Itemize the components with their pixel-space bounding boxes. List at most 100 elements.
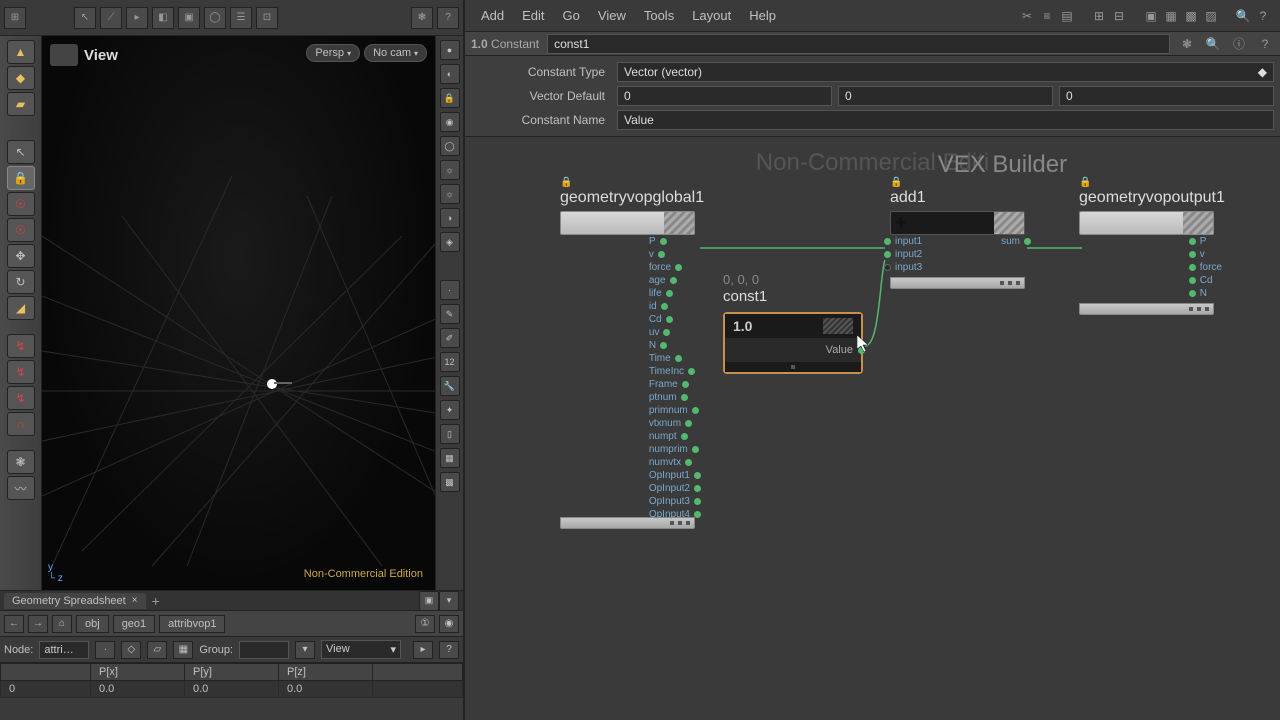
col-px[interactable]: P[x]: [91, 664, 185, 681]
pin-icon[interactable]: 🔒: [890, 177, 900, 187]
help2-icon[interactable]: ?: [1254, 7, 1272, 25]
tool3-icon[interactable]: ▤: [1058, 7, 1076, 25]
pin-icon[interactable]: 🔒: [1079, 177, 1089, 187]
render-view-icon[interactable]: ⊡: [256, 7, 278, 29]
io-ptnum[interactable]: ptnum: [649, 391, 703, 403]
ss-opt2-icon[interactable]: ▾: [439, 591, 459, 611]
disp-points-icon[interactable]: ●: [440, 40, 460, 60]
disp-cam-icon[interactable]: ·: [440, 280, 460, 300]
info-icon[interactable]: ⓘ: [1230, 35, 1248, 53]
menu-go[interactable]: Go: [555, 4, 588, 27]
handle2-icon[interactable]: ↯: [7, 360, 35, 384]
menu-add[interactable]: Add: [473, 4, 512, 27]
spreadsheet-tab[interactable]: Geometry Spreadsheet ×: [4, 593, 146, 609]
io-TimeInc[interactable]: TimeInc: [649, 365, 703, 377]
menu-layout[interactable]: Layout: [684, 4, 739, 27]
io-force[interactable]: force: [1187, 261, 1222, 273]
nav-pin1-icon[interactable]: ①: [415, 615, 435, 633]
nav-fwd-icon[interactable]: →: [28, 615, 48, 633]
col-py[interactable]: P[y]: [185, 664, 279, 681]
param-name-field[interactable]: [617, 110, 1274, 130]
attr-prims-icon[interactable]: ▱: [147, 641, 167, 659]
nav-pin2-icon[interactable]: ◉: [439, 615, 459, 633]
group-field[interactable]: [239, 641, 289, 659]
menu-view[interactable]: View: [590, 4, 634, 27]
help-icon[interactable]: ?: [437, 7, 459, 29]
io-life[interactable]: life: [649, 287, 703, 299]
param-default-y[interactable]: [838, 86, 1053, 106]
bones-icon[interactable]: ☉: [7, 218, 35, 242]
disp-ruler-icon[interactable]: ▯: [440, 424, 460, 444]
handle3-icon[interactable]: ↯: [7, 386, 35, 410]
nav-home-icon[interactable]: ⌂: [52, 615, 72, 633]
io-input1[interactable]: input1: [882, 235, 922, 247]
attr-detail-icon[interactable]: ▦: [173, 641, 193, 659]
disp-normals-icon[interactable]: ◐: [440, 64, 460, 84]
menu-edit[interactable]: Edit: [514, 4, 552, 27]
pal4-icon[interactable]: ▨: [1202, 7, 1220, 25]
ss-help-icon[interactable]: ?: [439, 641, 459, 659]
disp-wrench-icon[interactable]: 🔧: [440, 376, 460, 396]
handle1-icon[interactable]: ↯: [7, 334, 35, 358]
node-field[interactable]: attri…: [39, 641, 89, 659]
scale-icon[interactable]: ◢: [7, 296, 35, 320]
close-icon[interactable]: ×: [132, 595, 138, 606]
node-const[interactable]: 1.0 Value: [723, 312, 863, 374]
col-idx[interactable]: [1, 664, 91, 681]
node-add[interactable]: 🔒 add1 + input1input2input3 sum: [890, 177, 1025, 289]
disp-mat-icon[interactable]: ▩: [440, 472, 460, 492]
magnet-icon[interactable]: ∩: [7, 412, 35, 436]
crumb-obj[interactable]: obj: [76, 615, 109, 633]
brush-tool-icon[interactable]: ▸: [126, 7, 148, 29]
disp-star-icon[interactable]: ✦: [440, 400, 460, 420]
col-pz[interactable]: P[z]: [279, 664, 373, 681]
add-tab-icon[interactable]: +: [152, 593, 160, 609]
attr-points-icon[interactable]: ·: [95, 641, 115, 659]
select-tool-icon[interactable]: ↖: [74, 7, 96, 29]
network-view[interactable]: Non-Commercial Editi VEX Builder 🔒 geome…: [465, 137, 1280, 720]
grid2-icon[interactable]: ⊟: [1110, 7, 1128, 25]
viewport[interactable]: View Persp No cam y└ z Non-Commercial Ed…: [42, 36, 435, 590]
table-row[interactable]: 0 0.0 0.0 0.0: [1, 681, 463, 698]
shelf-tag-icon[interactable]: ▰: [7, 92, 35, 116]
gear2-icon[interactable]: ❃: [7, 450, 35, 474]
crumb-vop[interactable]: attribvop1: [159, 615, 225, 633]
curve-icon[interactable]: 〰: [7, 476, 35, 500]
grid1-icon[interactable]: ⊞: [1090, 7, 1108, 25]
disp-ghost-icon[interactable]: ◯: [440, 136, 460, 156]
nav-back-icon[interactable]: ←: [4, 615, 24, 633]
render-icon[interactable]: ▣: [178, 7, 200, 29]
io-uv[interactable]: uv: [649, 326, 703, 338]
io-v[interactable]: v: [649, 248, 703, 260]
io-OpInput3[interactable]: OpInput3: [649, 495, 703, 507]
disp-pen-icon[interactable]: ✐: [440, 328, 460, 348]
io-numvtx[interactable]: numvtx: [649, 456, 703, 468]
io-N[interactable]: N: [1187, 287, 1222, 299]
pane-menu-icon[interactable]: ⊞: [4, 7, 26, 29]
disp-12-icon[interactable]: 12: [440, 352, 460, 372]
pin-icon[interactable]: 🔒: [560, 177, 570, 187]
view-select[interactable]: View▾: [321, 640, 401, 659]
node-name-field[interactable]: [547, 34, 1170, 54]
pal2-icon[interactable]: ▦: [1162, 7, 1180, 25]
tool1-icon[interactable]: ✂: [1018, 7, 1036, 25]
search-icon[interactable]: 🔍: [1234, 7, 1252, 25]
camera-icon[interactable]: [50, 44, 78, 66]
snapshot-icon[interactable]: ◯: [204, 7, 226, 29]
lock-icon[interactable]: 🔒: [7, 166, 35, 190]
shelf-box-icon[interactable]: ◆: [7, 66, 35, 90]
io-Frame[interactable]: Frame: [649, 378, 703, 390]
help3-icon[interactable]: ?: [1256, 35, 1274, 53]
camera-dropdown[interactable]: No cam: [364, 44, 427, 62]
io-Cd[interactable]: Cd: [649, 313, 703, 325]
ss-play-icon[interactable]: ▸: [413, 641, 433, 659]
disp-color-icon[interactable]: ▦: [440, 448, 460, 468]
io-v[interactable]: v: [1187, 248, 1222, 260]
crumb-geo[interactable]: geo1: [113, 615, 155, 633]
search2-icon[interactable]: 🔍: [1204, 35, 1222, 53]
menu-help[interactable]: Help: [741, 4, 784, 27]
io-sum[interactable]: sum: [1001, 235, 1033, 247]
io-numpt[interactable]: numpt: [649, 430, 703, 442]
display-options-icon[interactable]: ◧: [152, 7, 174, 29]
select-arrow-icon[interactable]: ↖: [7, 140, 35, 164]
